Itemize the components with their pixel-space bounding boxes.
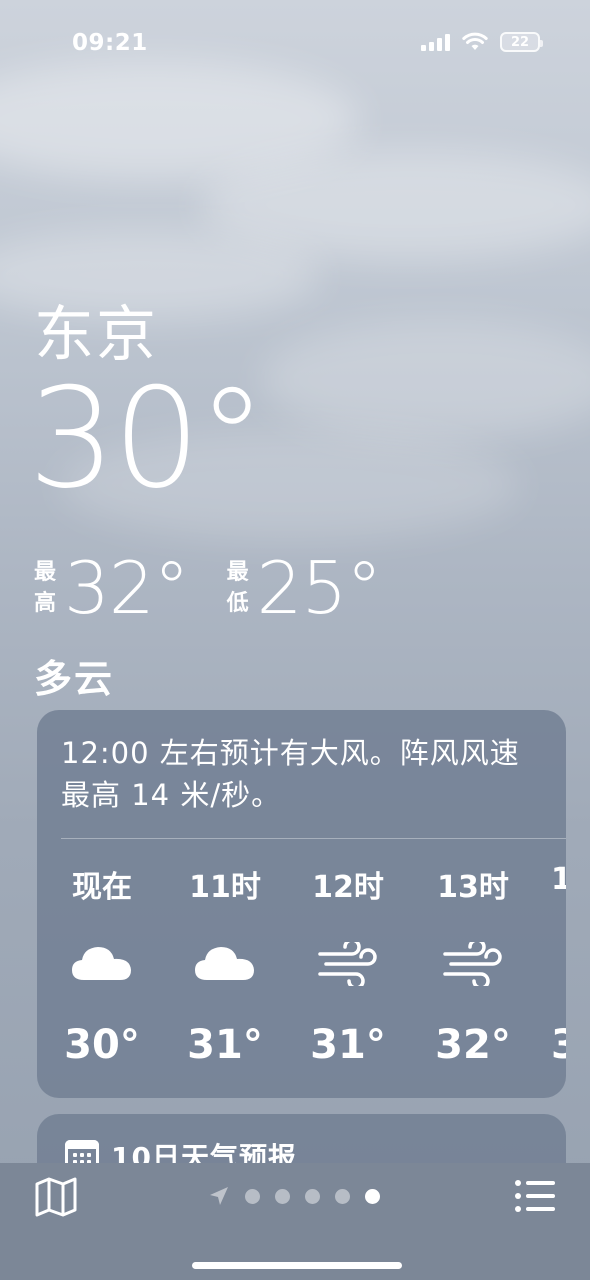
- high-label: 最 高: [34, 560, 57, 616]
- cellular-signal-icon: [421, 33, 450, 51]
- high-temperature: 32°: [64, 546, 190, 630]
- home-indicator[interactable]: [192, 1262, 402, 1269]
- high-low-temperatures: 最 高 32° 最 低 25°: [34, 552, 419, 624]
- page-dot[interactable]: [335, 1188, 350, 1204]
- status-time: 09:21: [72, 30, 148, 56]
- cloud-icon: [195, 947, 254, 980]
- wind-icon: [443, 942, 502, 986]
- wind-alert-text: 12:00 左右预计有大风。阵风风速最高 14 米/秒。: [61, 736, 520, 812]
- wifi-icon: [462, 32, 488, 50]
- cloud-icon: [72, 947, 131, 980]
- hourly-forecast-card[interactable]: 12:00 左右预计有大风。阵风风速最高 14 米/秒。 现在 30° 11时 …: [37, 710, 566, 1098]
- hour-column-11: 11时 31°: [163, 862, 287, 1082]
- wind-icon: [318, 942, 377, 986]
- current-temperature: 30°: [28, 358, 267, 519]
- list-icon[interactable]: [514, 1179, 556, 1213]
- hour-temperature: 30°: [64, 1022, 140, 1068]
- hour-column-12: 12时 31°: [286, 862, 410, 1082]
- hour-label: 现在: [72, 870, 132, 905]
- battery-indicator: 22: [500, 32, 543, 52]
- battery-level: 22: [510, 34, 530, 50]
- hour-column-now: 现在 30°: [40, 862, 164, 1082]
- hour-column-13: 13时 32°: [411, 862, 535, 1082]
- page-dot[interactable]: [245, 1188, 260, 1204]
- hour-column-partial: 1 3: [551, 862, 566, 1082]
- low-label: 最 低: [226, 560, 249, 616]
- hour-temperature: 3: [551, 1022, 566, 1068]
- location-arrow-icon[interactable]: [208, 1185, 230, 1207]
- page-dot[interactable]: [275, 1188, 290, 1204]
- hour-temperature: 31°: [310, 1022, 386, 1068]
- map-icon[interactable]: [34, 1177, 78, 1217]
- weather-condition: 多云: [34, 657, 115, 701]
- hour-temperature: 31°: [187, 1022, 263, 1068]
- hour-label: 12时: [312, 870, 384, 905]
- status-icons: 22: [421, 32, 543, 52]
- low-temperature: 25°: [256, 546, 383, 630]
- hour-label: 1: [551, 862, 566, 897]
- hour-label: 13时: [437, 870, 509, 905]
- page-dot-active[interactable]: [365, 1188, 380, 1204]
- page-dot[interactable]: [305, 1188, 320, 1204]
- card-divider: [61, 838, 566, 839]
- page-indicator[interactable]: [208, 1185, 380, 1207]
- hour-temperature: 32°: [435, 1022, 511, 1068]
- hour-label: 11时: [189, 870, 261, 905]
